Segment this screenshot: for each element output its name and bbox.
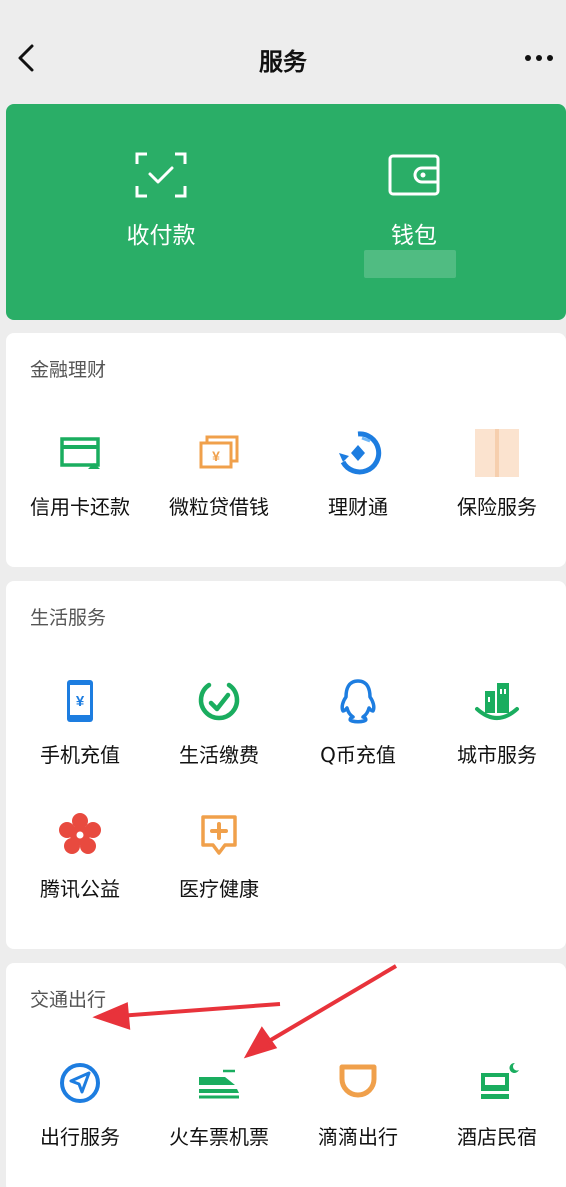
collect-pay-button[interactable]: 收付款 [51,104,271,320]
grid-item-label: 酒店民宿 [457,1125,537,1149]
more-icon[interactable] [522,46,556,70]
travel-service-icon [60,1063,100,1103]
hotel-icon [481,1062,519,1099]
grid-item-label: 信用卡还款 [30,495,130,519]
grid-item-label: 出行服务 [40,1125,120,1149]
grid-item-insurance[interactable]: 保险服务 [427,429,566,539]
transport-section: 交通出行 出行服务 火车票机票 滴滴出行 酒店民宿 [6,963,566,1187]
grid-item-hotel[interactable]: 酒店民宿 [427,1059,566,1169]
life-section: 生活服务 ¥ 手机充值 生活缴费 Q币充值 城市服务 腾讯公益 医疗健康 [6,581,566,949]
grid-item-train-flight[interactable]: 火车票机票 [149,1059,289,1169]
grid-item-licaitong[interactable]: 理财通 [288,429,428,539]
wallet-balance-redacted [364,250,456,278]
grid-item-label: 城市服务 [457,743,537,767]
qq-coin-icon [340,679,376,724]
grid-item-utility-bill[interactable]: 生活缴费 [149,677,289,787]
grid-item-medical[interactable]: 医疗健康 [149,811,289,921]
grid-item-phone-topup[interactable]: ¥ 手机充值 [10,677,150,787]
licaitong-icon [339,431,382,475]
grid-item-label: 手机充值 [40,743,120,767]
grid-item-label: 理财通 [328,495,388,519]
section-title: 金融理财 [30,359,107,381]
page-title: 服务 [259,48,307,76]
grid-item-city-service[interactable]: 城市服务 [427,677,566,787]
city-service-icon [475,683,519,720]
section-title: 交通出行 [30,989,107,1011]
collect-pay-label: 收付款 [126,223,196,249]
train-flight-ticket-icon [199,1069,239,1099]
section-title: 生活服务 [30,607,107,629]
wallet-button[interactable]: 钱包 [304,104,524,320]
grid-item-label: 医疗健康 [179,877,259,901]
grid-item-label: 保险服务 [457,495,537,519]
utility-bill-icon [198,682,240,721]
phone-topup-icon: ¥ [67,680,93,722]
pay-card: 收付款 钱包 [6,104,566,320]
grid-item-credit-card[interactable]: 信用卡还款 [10,429,150,539]
credit-card-repay-icon [60,437,100,469]
finance-section: 金融理财 信用卡还款 ¥ 微粒贷借钱 理财通 保险服务 [6,333,566,567]
tencent-charity-icon [59,813,101,854]
grid-item-charity[interactable]: 腾讯公益 [10,811,150,921]
wallet-label: 钱包 [391,223,437,249]
grid-item-label: 微粒贷借钱 [169,495,269,519]
didi-icon [339,1064,377,1098]
insurance-icon [475,429,519,477]
grid-item-qq-coin[interactable]: Q币充值 [288,677,428,787]
grid-item-label: Q币充值 [320,743,396,767]
grid-item-label: 腾讯公益 [40,877,120,901]
medical-health-icon [201,815,237,855]
grid-item-travel-service[interactable]: 出行服务 [10,1059,150,1169]
scan-check-icon [135,152,187,198]
nav-bar: 服务 [0,0,566,104]
svg-text:¥: ¥ [212,448,220,464]
grid-item-label: 滴滴出行 [318,1125,398,1149]
grid-item-label: 火车票机票 [169,1125,269,1149]
grid-item-label: 生活缴费 [179,743,259,767]
weilidai-loan-icon: ¥ [199,435,239,469]
wallet-icon [388,154,440,196]
svg-text:¥: ¥ [76,693,85,710]
grid-item-weilidai[interactable]: ¥ 微粒贷借钱 [149,429,289,539]
grid-item-didi[interactable]: 滴滴出行 [288,1059,428,1169]
